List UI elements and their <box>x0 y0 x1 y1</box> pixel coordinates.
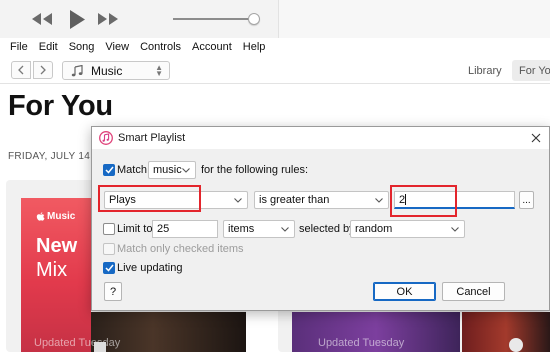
cancel-button[interactable]: Cancel <box>442 282 505 301</box>
limit-checkbox[interactable] <box>103 223 115 235</box>
text-cursor <box>405 194 407 205</box>
rule-field-value: Plays <box>109 194 136 206</box>
limit-unit-select[interactable]: items <box>223 220 295 238</box>
checkmark-icon <box>104 264 114 272</box>
rule-operator-select[interactable]: is greater than <box>254 191 389 209</box>
chevron-left-icon <box>18 65 24 75</box>
updown-chevron-icon: ▲ ▼ <box>155 63 163 78</box>
menubar: File Edit Song View Controls Account Hel… <box>0 38 550 56</box>
chevron-down-icon <box>375 198 383 203</box>
match-only-checked-checkbox[interactable] <box>103 243 115 255</box>
dialog-title: Smart Playlist <box>118 132 186 144</box>
itunes-icon <box>99 131 113 145</box>
play-button[interactable] <box>64 8 90 30</box>
tab-for-you[interactable]: For You <box>512 60 550 81</box>
chevron-down-icon <box>451 227 459 232</box>
fast-forward-icon <box>98 13 118 25</box>
media-kind-label: Music <box>91 63 123 78</box>
match-kind-value: music <box>153 164 182 176</box>
live-updating-checkbox[interactable] <box>103 262 115 274</box>
page-date: FRIDAY, JULY 14 <box>8 151 91 162</box>
limit-unit-value: items <box>228 223 255 235</box>
chevron-down-icon <box>281 227 289 232</box>
music-note-icon <box>71 64 83 77</box>
mix-title-line1: New <box>36 235 78 257</box>
close-icon <box>531 133 541 143</box>
more-options-button[interactable]: ... <box>519 191 534 209</box>
menu-controls[interactable]: Controls <box>140 41 181 53</box>
chevron-down-icon <box>182 168 190 173</box>
selected-by-select[interactable]: random <box>350 220 465 238</box>
limit-amount-input[interactable]: 25 <box>152 220 218 238</box>
navigation-bar: Music ▲▼ Library For You <box>0 57 550 84</box>
menu-view[interactable]: View <box>105 41 129 53</box>
menu-song[interactable]: Song <box>69 41 95 53</box>
live-updating-label: Live updating <box>117 262 183 274</box>
rule-field-select[interactable]: Plays <box>104 191 248 209</box>
volume-level <box>173 18 254 20</box>
selected-by-value: random <box>355 223 393 235</box>
menu-edit[interactable]: Edit <box>39 41 58 53</box>
rewind-icon <box>32 13 52 25</box>
checkmark-icon <box>104 166 114 174</box>
close-button[interactable] <box>528 130 544 146</box>
match-only-checked-label: Match only checked items <box>117 243 244 255</box>
fast-forward-button[interactable] <box>96 8 120 30</box>
back-button[interactable] <box>11 61 31 79</box>
player-bar <box>0 0 550 38</box>
volume-slider[interactable] <box>173 13 260 25</box>
page-title: For You <box>8 90 113 122</box>
artist-thumbnail[interactable] <box>509 338 523 352</box>
now-playing-display <box>278 0 550 38</box>
album-art[interactable] <box>462 312 550 352</box>
tab-library[interactable]: Library <box>468 65 502 77</box>
ok-button[interactable]: OK <box>373 282 436 301</box>
chevron-right-icon <box>40 65 46 75</box>
dialog-titlebar[interactable]: Smart Playlist <box>92 127 549 149</box>
apple-logo-icon <box>36 211 45 221</box>
menu-file[interactable]: File <box>10 41 28 53</box>
rule-value-input[interactable]: 2 <box>394 191 515 209</box>
apple-music-logo: Music <box>36 211 75 222</box>
album-thumbnail[interactable] <box>94 342 106 352</box>
updated-label: Updated Tuesday <box>318 337 405 349</box>
limit-label: Limit to <box>117 223 153 235</box>
selected-by-label: selected by <box>299 223 355 235</box>
match-kind-select[interactable]: music <box>148 161 196 179</box>
rewind-button[interactable] <box>30 8 54 30</box>
limit-amount-value: 25 <box>157 223 170 235</box>
menu-help[interactable]: Help <box>243 41 266 53</box>
menu-account[interactable]: Account <box>192 41 232 53</box>
apple-music-brand: Music <box>47 211 76 222</box>
smart-playlist-dialog: Smart Playlist Match music for the follo… <box>91 126 550 311</box>
chevron-down-icon <box>234 198 242 203</box>
volume-knob[interactable] <box>247 13 260 25</box>
match-label: Match <box>117 164 147 176</box>
match-checkbox[interactable] <box>103 164 115 176</box>
updated-label: Updated Tuesday <box>34 337 121 349</box>
media-kind-select[interactable]: Music ▲ ▼ <box>62 61 170 80</box>
rule-operator-value: is greater than <box>259 194 330 206</box>
play-icon <box>70 9 85 29</box>
match-suffix-label: for the following rules: <box>201 164 308 176</box>
forward-button[interactable] <box>33 61 53 79</box>
mix-title-line2: Mix <box>36 259 68 281</box>
help-button[interactable]: ? <box>104 282 122 301</box>
